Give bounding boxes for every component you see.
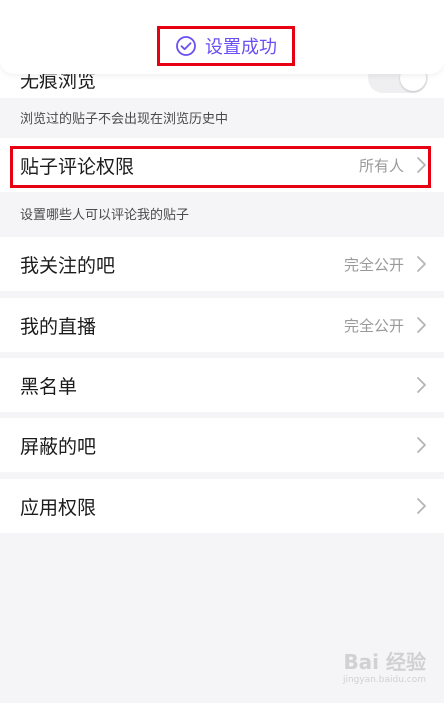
my-live-value: 完全公开 [343,316,404,335]
comment-permission-row[interactable]: 贴子评论权限 所有人 [0,138,444,192]
toast-text: 设置成功 [205,37,277,58]
chevron-right-icon [417,157,426,173]
app-permissions-label: 应用权限 [20,496,97,519]
watermark: Bai 经验 jingyan.baidu.com [343,646,426,685]
blacklist-label: 黑名单 [20,375,78,398]
blocked-bars-row[interactable]: 屏蔽的吧 [0,418,444,472]
my-live-row[interactable]: 我的直播 完全公开 [0,298,444,352]
followed-bars-label: 我关注的吧 [20,254,116,277]
chevron-right-icon [417,377,426,393]
check-circle-icon [176,36,196,56]
watermark-url: jingyan.baidu.com [342,675,426,685]
my-live-label: 我的直播 [20,315,97,338]
comment-permission-label: 贴子评论权限 [20,155,135,178]
app-permissions-row[interactable]: 应用权限 [0,479,444,533]
success-toast: 设置成功 [0,0,444,74]
followed-bars-value: 完全公开 [343,255,404,274]
followed-bars-row[interactable]: 我关注的吧 完全公开 [0,237,444,291]
blocked-bars-label: 屏蔽的吧 [20,435,97,458]
chevron-right-icon [417,498,426,514]
chevron-right-icon [417,256,426,272]
infinite-browse-hint: 浏览过的贴子不会出现在浏览历史中 [20,112,229,127]
chevron-right-icon [417,437,426,453]
watermark-brand: Bai 经验 [343,650,426,674]
comment-permission-hint: 设置哪些人可以评论我的贴子 [20,208,190,223]
blacklist-row[interactable]: 黑名单 [0,358,444,412]
comment-permission-value: 所有人 [358,156,404,175]
chevron-right-icon [417,317,426,333]
toast-content: 设置成功 [157,26,295,66]
